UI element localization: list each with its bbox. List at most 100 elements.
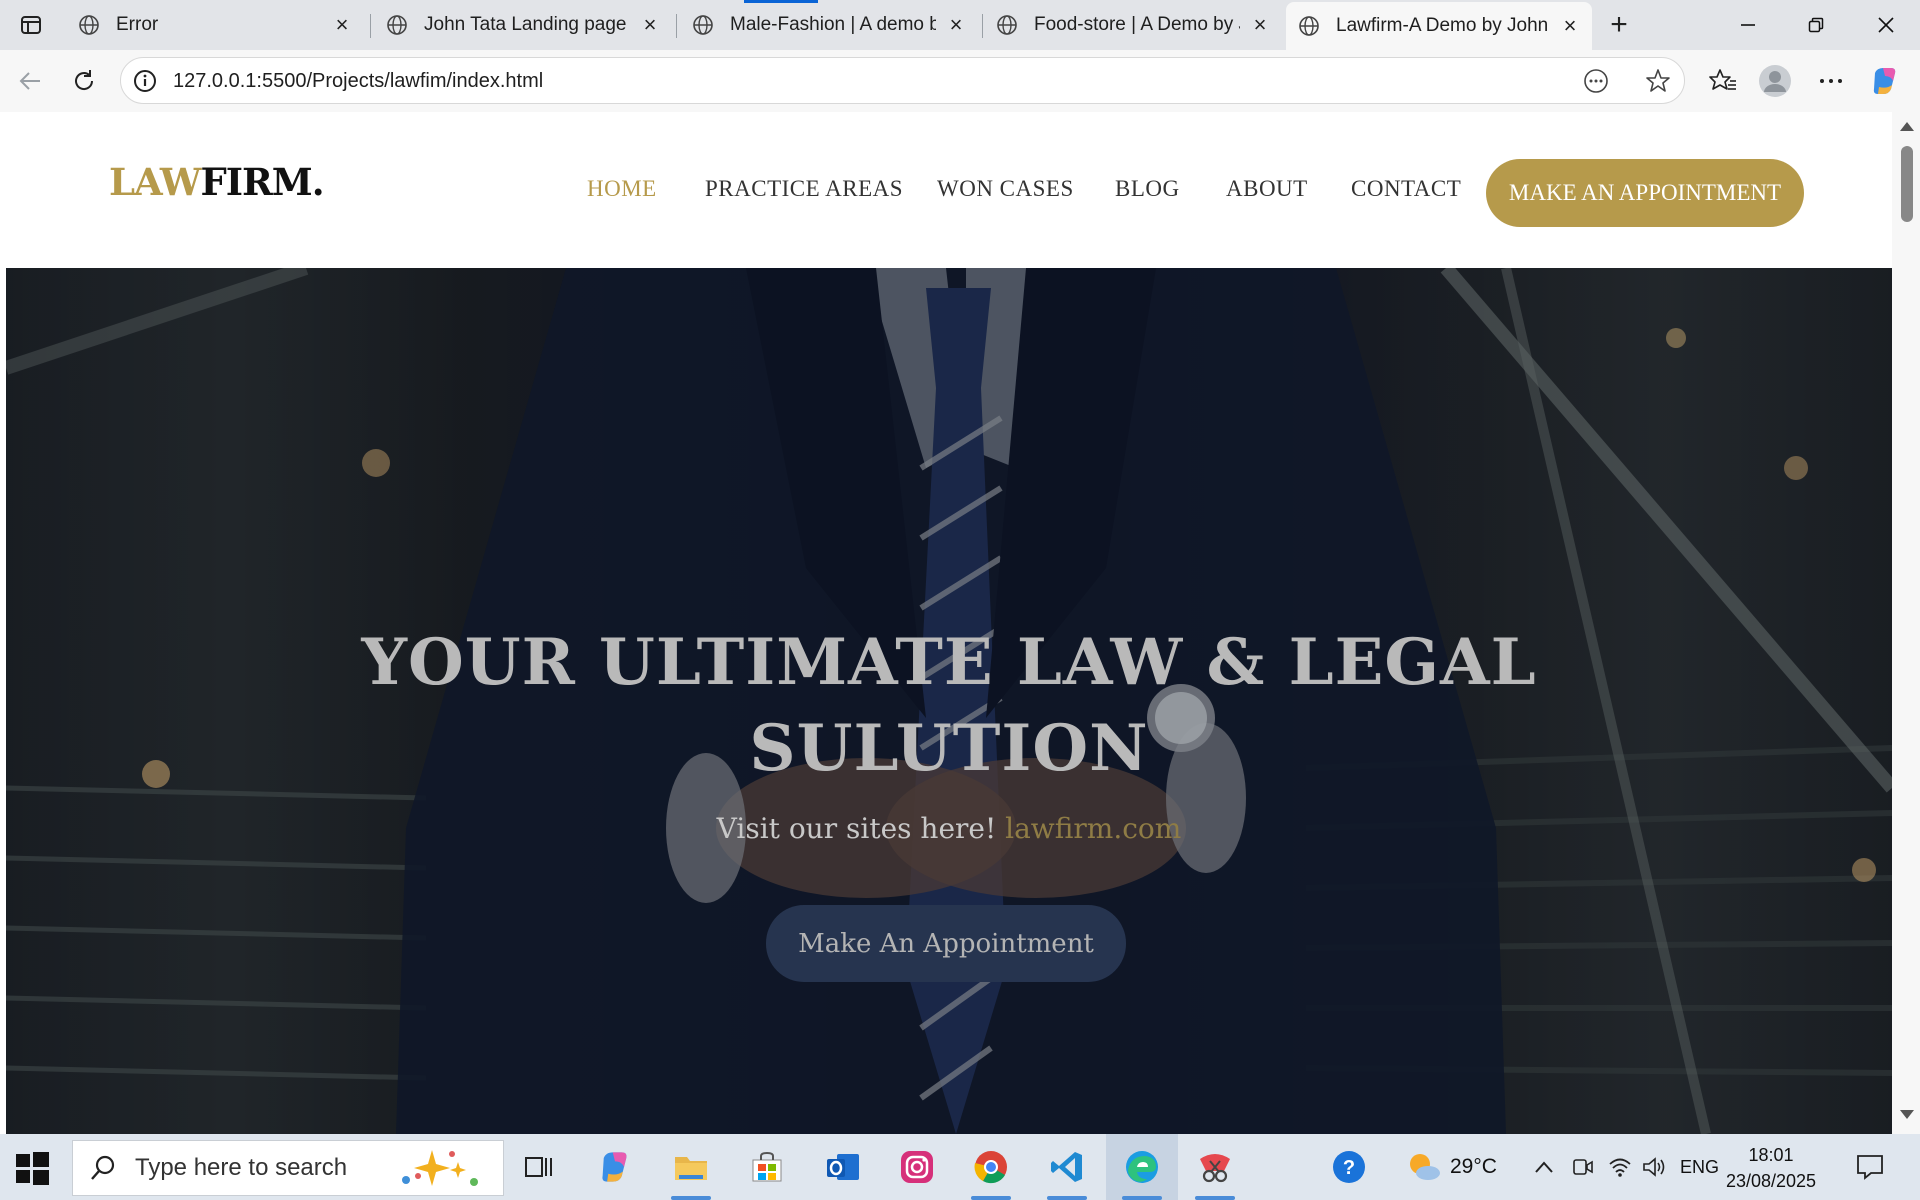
- windows-taskbar: Type here to search ? 29°C ENG 18:01 23/…: [0, 1134, 1920, 1200]
- more-actions-icon[interactable]: [1583, 68, 1609, 94]
- task-view-button[interactable]: [516, 1144, 562, 1190]
- chevron-up-icon: [1535, 1161, 1553, 1173]
- running-indicator: [1195, 1196, 1235, 1200]
- page-viewport: LAWFIRM. HOME PRACTICE AREAS WON CASES B…: [6, 112, 1892, 1134]
- minimize-button[interactable]: [1714, 0, 1782, 50]
- logo-law: LAW: [109, 160, 201, 204]
- edge-icon: [1126, 1151, 1158, 1183]
- tab-title: Food-store | A Demo by Jo: [1034, 14, 1240, 35]
- close-tab-icon[interactable]: ×: [330, 12, 354, 37]
- taskbar-file-explorer[interactable]: [668, 1144, 714, 1190]
- tab-food-store[interactable]: Food-store | A Demo by Jo ×: [984, 4, 1282, 46]
- running-indicator: [971, 1196, 1011, 1200]
- weather-widget[interactable]: 29°C: [1406, 1134, 1497, 1200]
- search-icon: [91, 1155, 115, 1180]
- store-icon: [752, 1151, 782, 1182]
- help-button[interactable]: ?: [1326, 1144, 1372, 1190]
- hero-title-line-2: SULUTION: [749, 711, 1149, 786]
- tab-male-fashion[interactable]: Male-Fashion | A demo by ×: [680, 4, 978, 46]
- tab-title: Male-Fashion | A demo by: [730, 14, 936, 35]
- more-horizontal-icon: [1820, 79, 1842, 83]
- search-highlight-sparkle-icon: [402, 1150, 478, 1186]
- close-tab-icon[interactable]: ×: [1248, 12, 1272, 37]
- refresh-button[interactable]: [62, 59, 106, 103]
- close-icon: [1878, 17, 1894, 33]
- taskbar-outlook[interactable]: [820, 1144, 866, 1190]
- tab-separator: [370, 14, 371, 38]
- back-arrow-icon: [19, 72, 40, 90]
- site-info-icon[interactable]: [133, 69, 157, 93]
- favorites-button[interactable]: [1706, 64, 1740, 98]
- network-button[interactable]: [1608, 1134, 1632, 1200]
- notifications-button[interactable]: [1856, 1134, 1884, 1200]
- nav-blog[interactable]: BLOG: [1115, 176, 1180, 202]
- taskbar-copilot-app[interactable]: [592, 1144, 638, 1190]
- scrollbar-thumb[interactable]: [1901, 146, 1913, 222]
- scroll-down-arrow-icon[interactable]: [1900, 1110, 1914, 1119]
- nav-practice-areas[interactable]: PRACTICE AREAS: [705, 176, 903, 202]
- profile-button[interactable]: [1758, 64, 1792, 98]
- taskbar-microsoft-store[interactable]: [744, 1144, 790, 1190]
- tab-error[interactable]: Error ×: [66, 4, 364, 46]
- taskbar-chrome[interactable]: [968, 1144, 1014, 1190]
- help-icon: ?: [1333, 1151, 1365, 1183]
- back-button[interactable]: [8, 59, 52, 103]
- notification-icon: [1857, 1155, 1883, 1180]
- minimize-icon: [1741, 24, 1755, 26]
- settings-menu-button[interactable]: [1814, 64, 1848, 98]
- tab-lawfirm[interactable]: Lawfirm-A Demo by John T ×: [1286, 2, 1592, 50]
- tab-actions-icon: [21, 16, 41, 34]
- close-tab-icon[interactable]: ×: [638, 12, 662, 37]
- copilot-button[interactable]: [1868, 64, 1902, 98]
- url-text[interactable]: 127.0.0.1:5500/Projects/lawfim/index.htm…: [173, 70, 543, 93]
- clock-date: 23/08/2025: [1725, 1171, 1817, 1191]
- tab-title: John Tata Landing page | F: [424, 14, 630, 35]
- new-tab-button[interactable]: +: [1602, 8, 1636, 42]
- scroll-up-arrow-icon[interactable]: [1900, 122, 1914, 131]
- taskbar-edge-active[interactable]: [1106, 1134, 1178, 1200]
- restore-button[interactable]: [1782, 0, 1850, 50]
- close-tab-icon[interactable]: ×: [1558, 13, 1582, 38]
- taskbar-instagram[interactable]: [894, 1144, 940, 1190]
- show-hidden-icons-button[interactable]: [1534, 1134, 1554, 1200]
- volume-button[interactable]: [1642, 1134, 1666, 1200]
- running-indicator: [1047, 1196, 1087, 1200]
- folder-icon: [675, 1157, 707, 1180]
- site-logo[interactable]: LAWFIRM.: [109, 160, 325, 204]
- input-language[interactable]: ENG: [1680, 1134, 1719, 1200]
- close-window-button[interactable]: [1852, 0, 1920, 50]
- task-view-icon: [525, 1157, 552, 1177]
- globe-icon: [1299, 16, 1319, 36]
- vscode-icon: [1051, 1152, 1082, 1182]
- tab-john-tata[interactable]: John Tata Landing page | F ×: [374, 4, 672, 46]
- speaker-icon: [1643, 1157, 1665, 1177]
- running-indicator: [1122, 1196, 1162, 1200]
- add-favorite-star-icon[interactable]: [1645, 68, 1671, 94]
- wifi-icon: [1609, 1158, 1631, 1177]
- nav-about[interactable]: ABOUT: [1226, 176, 1308, 202]
- taskbar-snipping-tool[interactable]: [1192, 1144, 1238, 1190]
- meet-now-button[interactable]: [1572, 1134, 1594, 1200]
- hero-site-link[interactable]: lawfirm.com: [1005, 812, 1181, 845]
- hero-appointment-button[interactable]: Make An Appointment: [766, 905, 1126, 982]
- nav-won-cases[interactable]: WON CASES: [937, 176, 1074, 202]
- page-scrollbar[interactable]: [1892, 112, 1920, 1134]
- search-placeholder: Type here to search: [135, 1154, 348, 1181]
- avatar-icon: [1759, 65, 1791, 97]
- address-bar[interactable]: 127.0.0.1:5500/Projects/lawfim/index.htm…: [120, 57, 1685, 104]
- nav-contact[interactable]: CONTACT: [1351, 176, 1461, 202]
- tab-actions-button[interactable]: [12, 10, 50, 40]
- chrome-icon: [974, 1151, 1007, 1184]
- make-appointment-button[interactable]: MAKE AN APPOINTMENT: [1486, 159, 1804, 227]
- close-tab-icon[interactable]: ×: [944, 12, 968, 37]
- taskbar-vscode[interactable]: [1044, 1144, 1090, 1190]
- copilot-icon: [1873, 68, 1896, 94]
- nav-home[interactable]: HOME: [587, 176, 657, 202]
- hero-title-line-1: YOUR ULTIMATE LAW & LEGAL: [361, 625, 1537, 700]
- globe-icon: [693, 15, 713, 35]
- tab-separator: [676, 14, 677, 38]
- globe-icon: [79, 15, 99, 35]
- globe-icon: [387, 15, 407, 35]
- windows-start-icon[interactable]: [12, 1148, 52, 1188]
- taskbar-clock[interactable]: 18:01 23/08/2025: [1718, 1142, 1824, 1194]
